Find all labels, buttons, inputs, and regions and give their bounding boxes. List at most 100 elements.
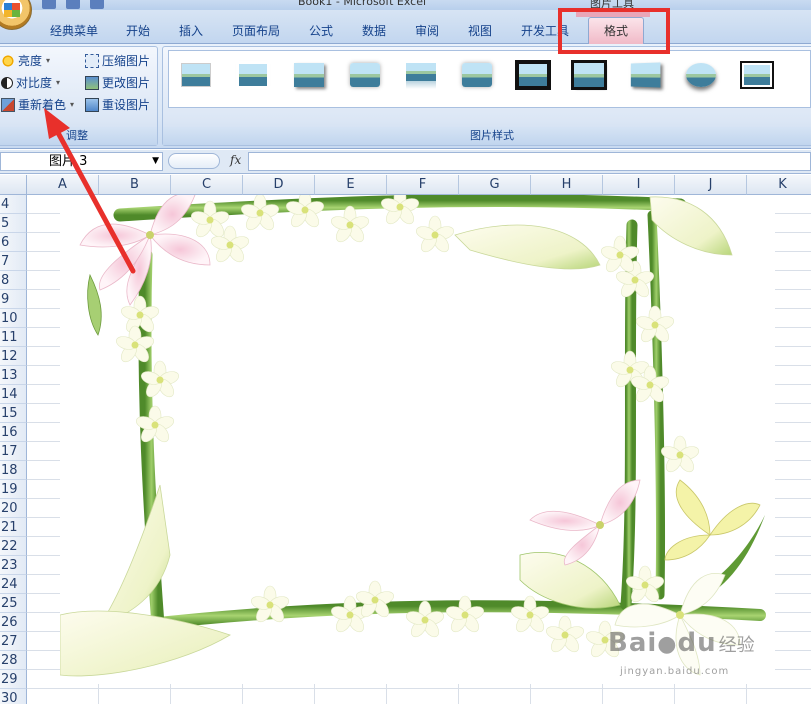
- style-perspective[interactable]: [626, 59, 664, 91]
- row-header-14[interactable]: 14: [0, 385, 27, 404]
- column-header-e[interactable]: E: [315, 175, 387, 195]
- tab-page-layout[interactable]: 页面布局: [232, 19, 280, 44]
- formula-expand-handle[interactable]: [168, 153, 220, 169]
- column-header-c[interactable]: C: [171, 175, 243, 195]
- style-thick-black[interactable]: [514, 59, 552, 91]
- insert-function-icon[interactable]: fx: [230, 153, 241, 167]
- tab-view[interactable]: 视图: [468, 19, 492, 44]
- column-header-k[interactable]: K: [747, 175, 811, 195]
- style-simple-frame[interactable]: [177, 59, 215, 91]
- paw-icon: ●: [657, 632, 678, 657]
- select-all-corner[interactable]: [0, 175, 27, 195]
- title-bar: Book1 - Microsoft Excel 图片工具: [0, 0, 811, 10]
- watermark-brand-head: Bai: [608, 628, 658, 658]
- style-simple-frame-white[interactable]: [234, 59, 272, 91]
- tab-home[interactable]: 开始: [126, 19, 150, 44]
- style-double-frame[interactable]: [738, 59, 776, 91]
- watermark-url: jingyan.baidu.com: [620, 666, 730, 677]
- row-header-11[interactable]: 11: [0, 328, 27, 347]
- row-header-9[interactable]: 9: [0, 290, 27, 309]
- row-header-26[interactable]: 26: [0, 613, 27, 632]
- row-header-18[interactable]: 18: [0, 461, 27, 480]
- watermark-brand-tail: du: [677, 628, 717, 658]
- reset-picture-label: 重设图片: [102, 98, 151, 112]
- row-header-7[interactable]: 7: [0, 252, 27, 271]
- column-header-i[interactable]: I: [603, 175, 675, 195]
- contrast-label: 对比度: [16, 76, 53, 90]
- row-header-19[interactable]: 19: [0, 480, 27, 499]
- window-title: Book1 - Microsoft Excel: [298, 0, 427, 8]
- row-header-24[interactable]: 24: [0, 575, 27, 594]
- contrast-icon: [1, 77, 13, 89]
- reset-picture-icon: [85, 98, 99, 112]
- ribbon-tabs: 经典菜单 开始 插入 页面布局 公式 数据 审阅 视图 开发工具 格式: [0, 10, 811, 45]
- flower-frame-picture[interactable]: [60, 195, 775, 684]
- baidu-jingyan-watermark: Bai●du 经验 jingyan.baidu.com: [608, 628, 755, 677]
- brightness-button[interactable]: 亮度 ▾: [1, 51, 50, 71]
- reset-picture-button[interactable]: 重设图片: [85, 95, 150, 115]
- compress-picture-button[interactable]: 压缩图片: [85, 51, 150, 71]
- row-header-15[interactable]: 15: [0, 404, 27, 423]
- picture-styles-gallery: [168, 50, 811, 108]
- change-picture-icon: [85, 76, 99, 90]
- contrast-button[interactable]: 对比度 ▾: [1, 73, 60, 93]
- column-header-g[interactable]: G: [459, 175, 531, 195]
- chevron-down-icon[interactable]: ▼: [152, 153, 159, 170]
- redo-icon[interactable]: [90, 0, 104, 9]
- tab-insert[interactable]: 插入: [179, 19, 203, 44]
- row-header-30[interactable]: 30: [0, 689, 27, 704]
- change-picture-label: 更改图片: [102, 76, 151, 90]
- recolor-icon: [1, 98, 15, 112]
- row-header-22[interactable]: 22: [0, 537, 27, 556]
- formula-input[interactable]: [248, 152, 811, 171]
- row-header-20[interactable]: 20: [0, 499, 27, 518]
- row-header-25[interactable]: 25: [0, 594, 27, 613]
- style-black-shadow[interactable]: [570, 59, 608, 91]
- adjust-group: 亮度 ▾ 对比度 ▾ 重新着色 ▾ 压缩图片 更改图片 重设图片 调整: [0, 46, 158, 146]
- column-header-a[interactable]: A: [27, 175, 99, 195]
- tab-data[interactable]: 数据: [362, 19, 386, 44]
- chevron-down-icon: ▾: [46, 56, 51, 65]
- style-drop-shadow[interactable]: [346, 59, 384, 91]
- excel-window: Book1 - Microsoft Excel 图片工具 经典菜单 开始 插入 …: [0, 0, 811, 704]
- compress-picture-icon: [85, 54, 99, 68]
- tab-classic-menu[interactable]: 经典菜单: [50, 19, 98, 44]
- row-header-21[interactable]: 21: [0, 518, 27, 537]
- save-icon[interactable]: [42, 0, 56, 9]
- style-beveled-matte[interactable]: [290, 59, 328, 91]
- row-header-4[interactable]: 4: [0, 195, 27, 214]
- style-reflected[interactable]: [402, 59, 440, 91]
- recolor-button[interactable]: 重新着色 ▾: [1, 95, 74, 115]
- picture-styles-group-label: 图片样式: [163, 127, 811, 145]
- column-header-f[interactable]: F: [387, 175, 459, 195]
- column-header-d[interactable]: D: [243, 175, 315, 195]
- change-picture-button[interactable]: 更改图片: [85, 73, 150, 93]
- row-header-27[interactable]: 27: [0, 632, 27, 651]
- ribbon: 亮度 ▾ 对比度 ▾ 重新着色 ▾ 压缩图片 更改图片 重设图片 调整 图片样式: [0, 44, 811, 149]
- row-header-13[interactable]: 13: [0, 366, 27, 385]
- row-header-28[interactable]: 28: [0, 651, 27, 670]
- column-header-j[interactable]: J: [675, 175, 747, 195]
- row-header-29[interactable]: 29: [0, 670, 27, 689]
- style-oval[interactable]: [682, 59, 720, 91]
- name-box[interactable]: 图片 3 ▼: [0, 152, 163, 171]
- row-header-10[interactable]: 10: [0, 309, 27, 328]
- formula-bar: 图片 3 ▼ fx: [0, 150, 811, 174]
- tab-review[interactable]: 审阅: [415, 19, 439, 44]
- row-header-12[interactable]: 12: [0, 347, 27, 366]
- undo-icon[interactable]: [66, 0, 80, 9]
- tab-formulas[interactable]: 公式: [309, 19, 333, 44]
- watermark-cn: 经验: [718, 635, 755, 656]
- recolor-label: 重新着色: [18, 98, 67, 112]
- brightness-label: 亮度: [18, 54, 43, 68]
- style-soft-edge[interactable]: [458, 59, 496, 91]
- row-header-23[interactable]: 23: [0, 556, 27, 575]
- row-header-6[interactable]: 6: [0, 233, 27, 252]
- column-header-b[interactable]: B: [99, 175, 171, 195]
- row-header-16[interactable]: 16: [0, 423, 27, 442]
- row-header-17[interactable]: 17: [0, 442, 27, 461]
- row-header-5[interactable]: 5: [0, 214, 27, 233]
- row-header-8[interactable]: 8: [0, 271, 27, 290]
- flower-frame-image: [60, 195, 766, 677]
- column-header-h[interactable]: H: [531, 175, 603, 195]
